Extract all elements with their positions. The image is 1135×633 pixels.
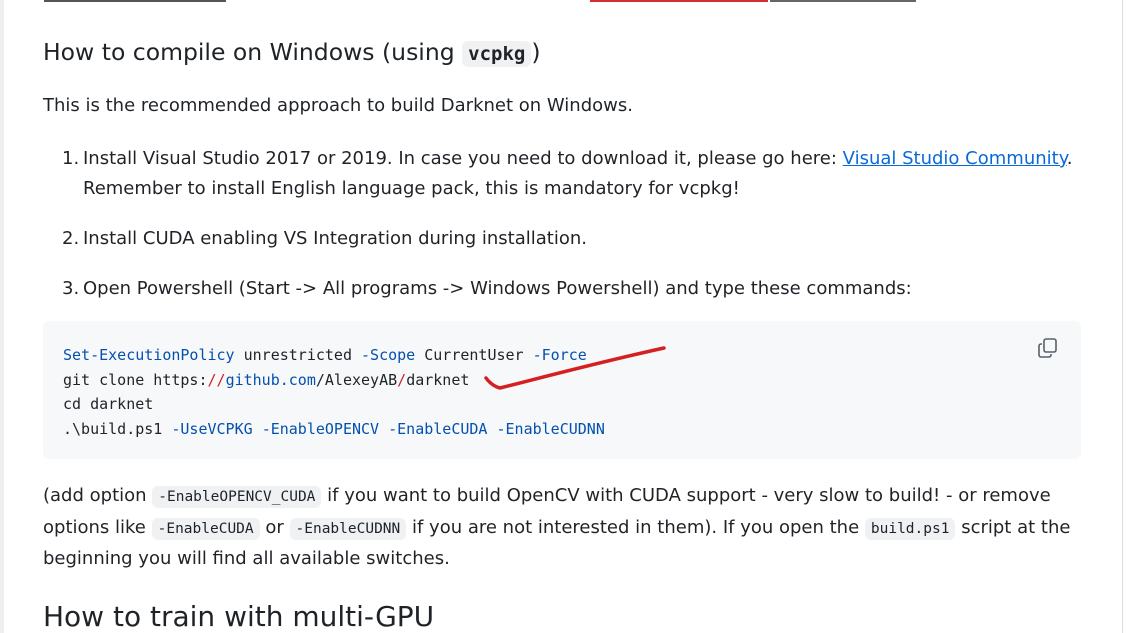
steps-list: 1. Install Visual Studio 2017 or 2019. I… [43, 144, 1073, 304]
heading-code-vcpkg: vcpkg [462, 41, 532, 67]
left-border [0, 0, 4, 633]
section-heading-multi-gpu: How to train with multi-GPU [43, 600, 435, 633]
copy-icon [1038, 338, 1057, 358]
list-item: 2. Install CUDA enabling VS Integration … [62, 228, 587, 249]
list-item: 1. Install Visual Studio 2017 or 2019. I… [62, 148, 1073, 199]
inline-code-enable-opencv-cuda: -EnableOPENCV_CUDA [152, 486, 322, 508]
intro-text: This is the recommended approach to buil… [43, 95, 633, 116]
powershell-code-block[interactable]: Set-ExecutionPolicy unrestricted -Scope … [43, 321, 1081, 459]
section-heading-compile-windows: How to compile on Windows (using vcpkg) [43, 38, 541, 67]
visual-studio-community-link[interactable]: Visual Studio Community [843, 148, 1067, 169]
inline-code-enable-cudnn: -EnableCUDNN [289, 517, 407, 540]
inline-code-enable-cuda: -EnableCUDA [151, 517, 260, 540]
code-content[interactable]: Set-ExecutionPolicy unrestricted -Scope … [63, 343, 605, 441]
previous-content-edge [0, 0, 1135, 3]
copy-button[interactable] [1037, 337, 1063, 363]
right-border [1122, 0, 1123, 633]
inline-code-build-ps1: build.ps1 [864, 517, 956, 540]
list-item: 3. Open Powershell (Start -> All program… [62, 278, 912, 299]
options-note: (add option -EnableOPENCV_CUDA if you wa… [43, 485, 1071, 569]
